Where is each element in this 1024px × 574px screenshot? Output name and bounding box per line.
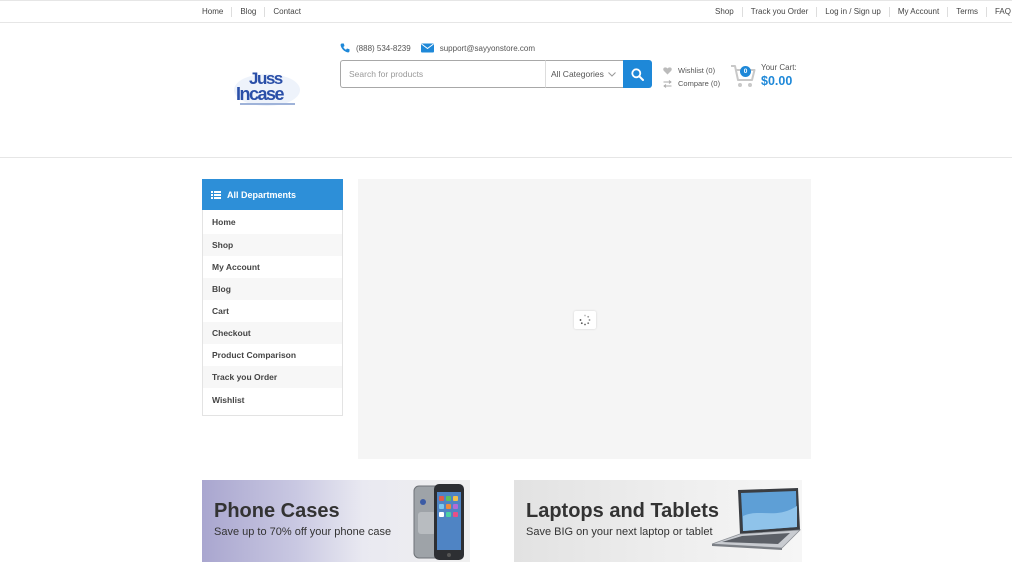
- phone-number: (888) 534-8239: [356, 43, 411, 53]
- site-logo[interactable]: Juss Incase: [230, 63, 305, 111]
- search-input[interactable]: Search for products: [340, 60, 545, 88]
- envelope-icon: [420, 43, 434, 53]
- top-link-contact[interactable]: Contact: [264, 7, 309, 17]
- email-address: support@sayyonstore.com: [439, 43, 535, 53]
- top-bar: Home Blog Contact Shop Track you Order L…: [0, 0, 1012, 23]
- department-item-shop[interactable]: Shop: [203, 234, 342, 256]
- departments-header[interactable]: All Departments: [202, 179, 343, 210]
- top-bar-right-links: Shop Track you Order Log in / Sign up My…: [707, 1, 1011, 23]
- departments-list: Home Shop My Account Blog Cart Checkout …: [203, 210, 342, 412]
- department-item-wishlist[interactable]: Wishlist: [203, 388, 342, 412]
- search-bar: Search for products All Categories: [340, 60, 652, 88]
- cart-total: $0.00: [761, 74, 793, 88]
- email-contact[interactable]: support@sayyonstore.com: [420, 43, 535, 53]
- mini-cart[interactable]: 0 Your Cart: $0.00: [730, 61, 810, 91]
- logo-image: Juss Incase: [234, 69, 300, 106]
- phone-case-image: [413, 484, 464, 560]
- search-button[interactable]: [623, 60, 652, 88]
- department-item-track-order[interactable]: Track you Order: [203, 366, 342, 388]
- loading-spinner: [574, 311, 596, 329]
- top-link-home[interactable]: Home: [202, 7, 231, 17]
- top-link-shop[interactable]: Shop: [707, 7, 742, 17]
- contact-info: (888) 534-8239 support@sayyonstore.com: [340, 43, 545, 53]
- top-bar-left-links: Home Blog Contact: [202, 1, 309, 23]
- department-item-my-account[interactable]: My Account: [203, 256, 342, 278]
- top-link-track-order[interactable]: Track you Order: [741, 7, 817, 17]
- top-link-my-account[interactable]: My Account: [888, 7, 947, 17]
- banner-laptops-tablets[interactable]: Laptops and Tablets Save BIG on your nex…: [514, 480, 802, 562]
- banner-phone-cases[interactable]: Phone Cases Save up to 70% off your phon…: [202, 480, 470, 562]
- top-link-terms[interactable]: Terms: [947, 7, 986, 17]
- top-link-faq[interactable]: FAQ: [985, 7, 1011, 17]
- category-select-value: All Categories: [551, 69, 604, 79]
- heart-icon: [663, 66, 672, 74]
- department-item-checkout[interactable]: Checkout: [203, 322, 342, 344]
- wishlist-compare: Wishlist (0) Compare (0): [663, 64, 720, 90]
- cart-label: Your Cart:: [761, 63, 797, 72]
- hero-slider[interactable]: [358, 179, 811, 459]
- compare-icon: [663, 79, 672, 88]
- department-item-home[interactable]: Home: [203, 210, 342, 234]
- compare-label: Compare (0): [678, 79, 721, 88]
- banner-title: Phone Cases: [214, 500, 340, 522]
- top-link-blog[interactable]: Blog: [231, 7, 264, 17]
- department-item-cart[interactable]: Cart: [203, 300, 342, 322]
- department-item-blog[interactable]: Blog: [203, 278, 342, 300]
- departments-menu: All Departments Home Shop My Account Blo…: [202, 179, 343, 416]
- phone-contact[interactable]: (888) 534-8239: [340, 43, 411, 53]
- site-header: Juss Incase (888) 534-8239 support@sayyo…: [0, 23, 1012, 158]
- departments-title: All Departments: [227, 189, 297, 200]
- department-item-product-comparison[interactable]: Product Comparison: [203, 344, 342, 366]
- wishlist-link[interactable]: Wishlist (0): [663, 64, 720, 77]
- chevron-down-icon: [608, 71, 616, 77]
- banner-subtitle: Save BIG on your next laptop or tablet: [526, 526, 713, 538]
- banner-title: Laptops and Tablets: [526, 500, 719, 522]
- spinner-icon: [579, 314, 591, 326]
- banner-subtitle: Save up to 70% off your phone case: [214, 526, 392, 538]
- cart-count-badge: 0: [740, 66, 751, 77]
- phone-icon: [340, 43, 350, 53]
- svg-text:Incase: Incase: [236, 84, 285, 104]
- category-select[interactable]: All Categories: [545, 60, 623, 88]
- compare-link[interactable]: Compare (0): [663, 77, 720, 90]
- laptop-image: [711, 488, 802, 550]
- list-icon: [211, 190, 221, 199]
- top-link-login-signup[interactable]: Log in / Sign up: [816, 7, 889, 17]
- page: Home Blog Contact Shop Track you Order L…: [0, 0, 1012, 574]
- search-icon: [631, 67, 644, 81]
- wishlist-label: Wishlist (0): [678, 66, 716, 75]
